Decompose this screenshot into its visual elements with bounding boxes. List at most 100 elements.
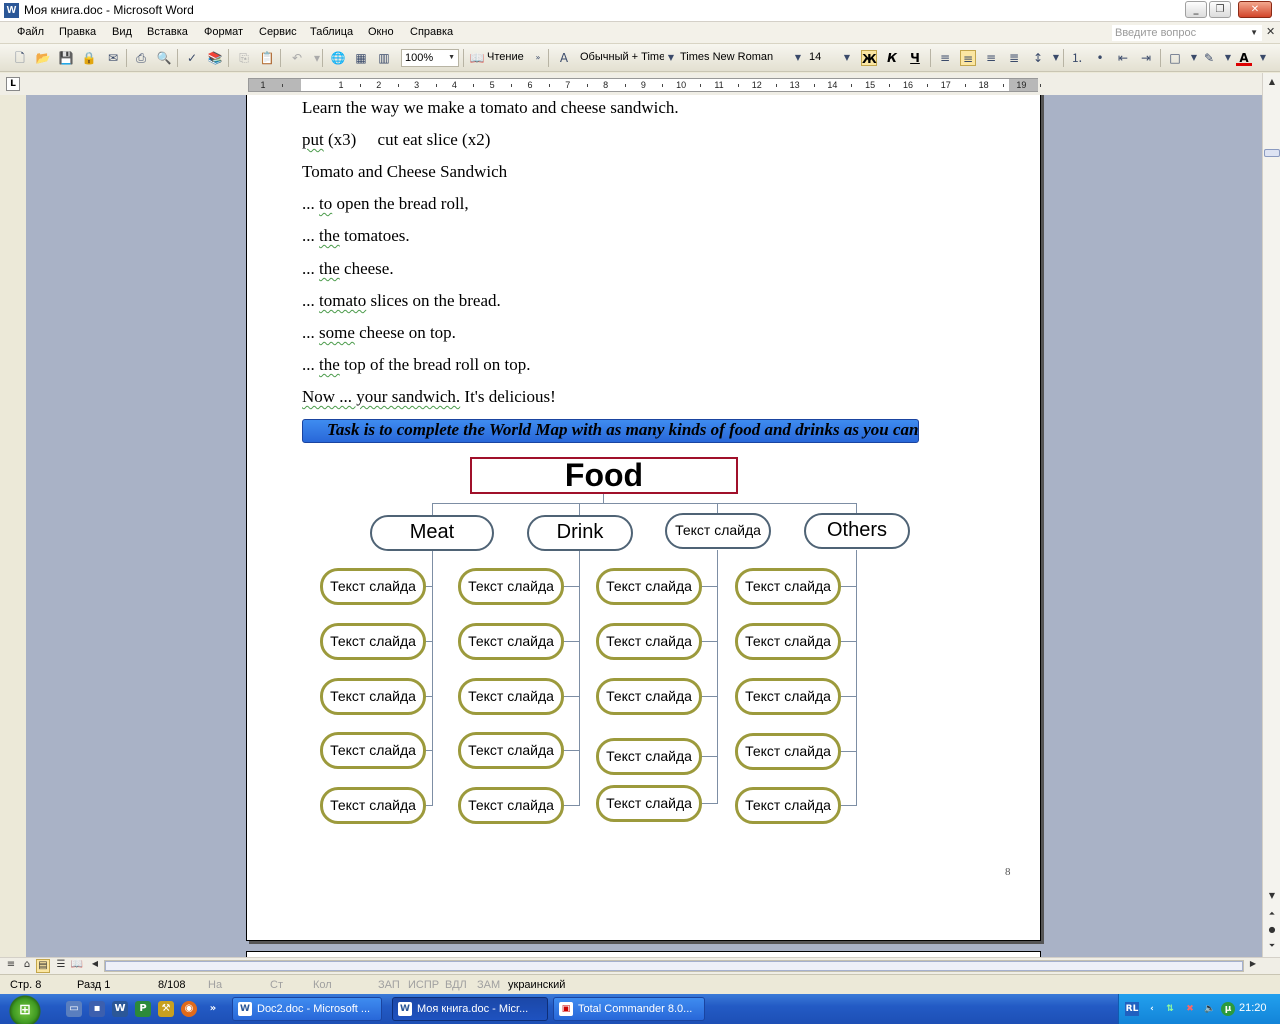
numbering-icon[interactable]: ⒈ xyxy=(1069,50,1085,66)
vertical-scrollbar[interactable]: ▲ ▼ ⏶ ● ⏷ xyxy=(1262,73,1280,957)
menu-file[interactable]: Файл xyxy=(17,26,44,38)
chevron-down-icon[interactable]: ▼ xyxy=(1220,50,1236,66)
font-select[interactable]: Times New Roman xyxy=(680,51,773,63)
paste-icon[interactable]: 📋 xyxy=(259,50,275,66)
tray-expand-icon[interactable]: ‹ xyxy=(1145,1002,1159,1016)
reading-view-icon[interactable]: 📖 xyxy=(70,959,84,973)
bullets-icon[interactable]: • xyxy=(1092,50,1108,66)
task-line[interactable]: Task is to complete the World Map with a… xyxy=(302,419,920,443)
leaf-slide-text[interactable]: Текст слайда xyxy=(458,568,564,605)
outline-view-icon[interactable]: ☰ xyxy=(54,959,68,973)
email-icon[interactable]: ✉ xyxy=(105,50,121,66)
research-icon[interactable]: 📚 xyxy=(207,50,223,66)
leaf-slide-text[interactable]: Текст слайда xyxy=(458,787,564,824)
open-folder-icon[interactable]: 📂 xyxy=(35,50,51,66)
permission-icon[interactable]: 🔒 xyxy=(81,50,97,66)
increase-indent-icon[interactable]: ⇥ xyxy=(1138,50,1154,66)
doc-line[interactable]: ... tomato slices on the bread. xyxy=(302,291,501,311)
status-rec[interactable]: ЗАП xyxy=(378,979,400,991)
styles-formatting-icon[interactable]: A xyxy=(556,50,572,66)
next-page-icon[interactable]: ⏷ xyxy=(1266,941,1278,953)
menu-format[interactable]: Формат xyxy=(204,26,243,38)
close-document-icon[interactable]: ✕ xyxy=(1266,25,1275,38)
leaf-slide-text[interactable]: Текст слайда xyxy=(735,787,841,824)
leaf-slide-text[interactable]: Текст слайда xyxy=(596,785,702,822)
taskbar-item-total-commander[interactable]: ▣ Total Commander 8.0... xyxy=(553,997,705,1021)
status-trk[interactable]: ИСПР xyxy=(408,979,439,991)
leaf-slide-text[interactable]: Текст слайда xyxy=(596,738,702,775)
zoom-select[interactable]: 100% ▼ xyxy=(401,49,459,67)
leaf-slide-text[interactable]: Текст слайда xyxy=(735,678,841,715)
scroll-up-arrow-icon[interactable]: ▲ xyxy=(1266,77,1278,89)
word-app-icon[interactable]: W xyxy=(4,3,19,18)
ask-question-input[interactable]: Введите вопрос ▼ xyxy=(1112,25,1262,41)
menu-insert[interactable]: Вставка xyxy=(147,26,188,38)
status-ovr[interactable]: ЗАМ xyxy=(477,979,500,991)
reading-layout-icon[interactable]: 📖 xyxy=(469,50,485,66)
chevron-down-icon[interactable]: ▼ xyxy=(663,50,679,66)
chevron-down-icon[interactable]: ▼ xyxy=(1048,50,1064,66)
category-meat[interactable]: Meat xyxy=(370,515,494,551)
horizontal-scroll-thumb[interactable] xyxy=(105,961,1243,971)
restore-button[interactable]: ❐ xyxy=(1209,1,1231,18)
word-quicklaunch-icon[interactable]: W xyxy=(112,1001,128,1017)
menu-help[interactable]: Справка xyxy=(410,26,453,38)
font-size-select[interactable]: 14 xyxy=(809,51,821,63)
hyperlink-icon[interactable]: 🌐 xyxy=(330,50,346,66)
justify-icon[interactable]: ≣ xyxy=(1006,50,1022,66)
document-page[interactable]: Learn the way we make a tomato and chees… xyxy=(246,95,1041,941)
taskbar-item-my-book[interactable]: W Моя книга.doc - Micr... xyxy=(392,997,548,1021)
horizontal-scrollbar[interactable] xyxy=(104,960,1244,972)
insert-table-icon[interactable]: ▦ xyxy=(353,50,369,66)
print-icon[interactable]: ⎙ xyxy=(133,50,149,66)
leaf-slide-text[interactable]: Текст слайда xyxy=(735,568,841,605)
leaf-slide-text[interactable]: Текст слайда xyxy=(596,623,702,660)
leaf-slide-text[interactable]: Текст слайда xyxy=(320,732,426,769)
doc-line[interactable]: Tomato and Cheese Sandwich xyxy=(302,162,507,182)
menu-edit[interactable]: Правка xyxy=(59,26,96,38)
scroll-right-arrow-icon[interactable]: ▶ xyxy=(1246,959,1260,973)
doc-line[interactable]: put (x3) cut eat slice (x2) xyxy=(302,130,490,150)
scroll-thumb[interactable] xyxy=(1264,149,1280,157)
status-ext[interactable]: ВДЛ xyxy=(445,979,467,991)
leaf-slide-text[interactable]: Текст слайда xyxy=(735,733,841,770)
close-button[interactable]: ✕ xyxy=(1238,1,1272,18)
chevron-down-icon[interactable]: ▼ xyxy=(1186,50,1202,66)
network-icon[interactable]: ⇅ xyxy=(1163,1002,1177,1016)
security-icon[interactable]: ✖ xyxy=(1183,1002,1197,1016)
print-preview-icon[interactable]: 🔍 xyxy=(156,50,172,66)
diagram-root-food[interactable]: Food xyxy=(470,457,738,494)
decrease-indent-icon[interactable]: ⇤ xyxy=(1115,50,1131,66)
leaf-slide-text[interactable]: Текст слайда xyxy=(458,623,564,660)
browse-object-icon[interactable]: ● xyxy=(1266,925,1278,937)
firefox-icon[interactable]: ◉ xyxy=(181,1001,197,1017)
style-select[interactable]: Обычный + Time xyxy=(580,51,664,63)
copy-icon[interactable]: ⎘ xyxy=(236,50,252,66)
scroll-down-arrow-icon[interactable]: ▼ xyxy=(1266,891,1278,903)
leaf-slide-text[interactable]: Текст слайда xyxy=(735,623,841,660)
volume-icon[interactable]: 🔈 xyxy=(1203,1002,1217,1016)
new-document-icon[interactable]: 🗋 xyxy=(12,50,28,66)
category-others[interactable]: Others xyxy=(804,513,910,549)
web-view-icon[interactable]: ⌂ xyxy=(20,959,34,973)
leaf-slide-text[interactable]: Текст слайда xyxy=(596,568,702,605)
leaf-slide-text[interactable]: Текст слайда xyxy=(596,678,702,715)
reading-layout-button[interactable]: Чтение xyxy=(487,51,524,63)
publisher-quicklaunch-icon[interactable]: P xyxy=(135,1001,151,1017)
category-drink[interactable]: Drink xyxy=(527,515,633,551)
doc-line[interactable]: ... to open the bread roll, xyxy=(302,194,469,214)
highlight-icon[interactable]: ✎ xyxy=(1201,50,1217,66)
leaf-slide-text[interactable]: Текст слайда xyxy=(320,568,426,605)
menu-tools[interactable]: Сервис xyxy=(259,26,297,38)
save-quicklaunch-icon[interactable]: ▪ xyxy=(89,1001,105,1017)
doc-line[interactable]: Now ... your sandwich. It's delicious! xyxy=(302,387,556,407)
align-right-icon[interactable]: ≡ xyxy=(983,50,999,66)
tools-quicklaunch-icon[interactable]: ⚒ xyxy=(158,1001,174,1017)
toolbar-options-icon[interactable]: » xyxy=(532,50,544,66)
doc-line[interactable]: ... the top of the bread roll on top. xyxy=(302,355,531,375)
doc-line[interactable]: Learn the way we make a tomato and chees… xyxy=(302,98,679,118)
borders-icon[interactable]: □ xyxy=(1167,50,1183,66)
doc-line[interactable]: ... the tomatoes. xyxy=(302,226,410,246)
menu-table[interactable]: Таблица xyxy=(310,26,353,38)
spelling-icon[interactable]: ✓ xyxy=(184,50,200,66)
